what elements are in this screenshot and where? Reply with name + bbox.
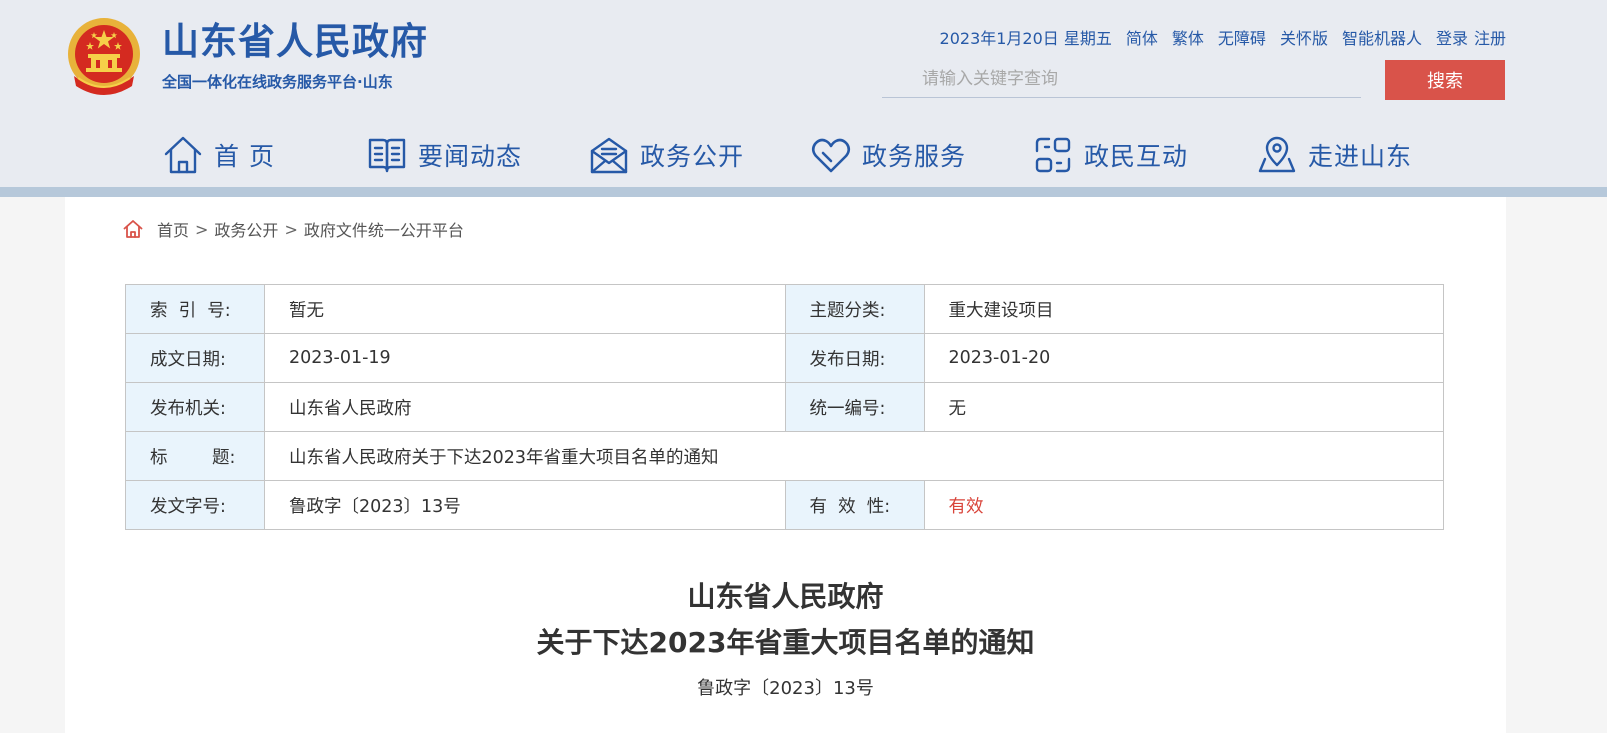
nav-item-interaction[interactable]: 政民互动 bbox=[1032, 130, 1188, 180]
interact-icon bbox=[1032, 134, 1074, 176]
breadcrumb-platform[interactable]: 政府文件统一公开平台 bbox=[304, 217, 464, 241]
written-date-value: 2023-01-19 bbox=[263, 333, 786, 383]
elderly-mode-link[interactable]: 关怀版 bbox=[1280, 25, 1328, 49]
search-box bbox=[882, 60, 1361, 98]
table-row: 发文字号: 鲁政字〔2023〕13号 有 效 性: 有效 bbox=[125, 480, 1445, 530]
table-row: 成文日期: 2023-01-19 发布日期: 2023-01-20 bbox=[125, 333, 1445, 383]
doc-number-label: 发文字号: bbox=[125, 480, 265, 530]
site-title[interactable]: 山东省人民政府 bbox=[162, 18, 428, 66]
site-subtitle: 全国一体化在线政务服务平台·山东 bbox=[162, 73, 393, 91]
nav-label-services: 政务服务 bbox=[862, 142, 967, 171]
written-date-label: 成文日期: bbox=[125, 333, 265, 383]
document-title-line2: 关于下达2023年省重大项目名单的通知 bbox=[536, 626, 1035, 659]
unified-code-label: 统一编号: bbox=[784, 382, 925, 432]
accessibility-link[interactable]: 无障碍 bbox=[1218, 25, 1266, 49]
table-row: 标 题: 山东省人民政府关于下达2023年省重大项目名单的通知 bbox=[125, 431, 1445, 481]
search-button[interactable]: 搜索 bbox=[1385, 60, 1505, 100]
table-row: 索 引 号: 暂无 主题分类: 重大建设项目 bbox=[125, 284, 1445, 334]
issuer-value: 山东省人民政府 bbox=[263, 382, 786, 432]
title-value: 山东省人民政府关于下达2023年省重大项目名单的通知 bbox=[263, 431, 1445, 481]
breadcrumb-gov-affairs[interactable]: 政务公开 bbox=[214, 217, 278, 241]
register-link[interactable]: 注册 bbox=[1474, 25, 1506, 49]
book-icon bbox=[366, 134, 408, 176]
index-number-label: 索 引 号: bbox=[125, 284, 265, 334]
nav-item-news[interactable]: 要闻动态 bbox=[366, 130, 522, 180]
nav-item-home[interactable]: 首 页 bbox=[162, 130, 275, 180]
home-icon bbox=[162, 134, 204, 176]
header-divider bbox=[0, 187, 1607, 197]
title-label: 标 题: bbox=[125, 431, 265, 481]
document-title-line1: 山东省人民政府 bbox=[687, 580, 884, 613]
smart-robot-link[interactable]: 智能机器人 bbox=[1342, 25, 1422, 49]
site-header: 山东省人民政府 全国一体化在线政务服务平台·山东 2023年1月20日 星期五 … bbox=[0, 0, 1607, 187]
document-number: 鲁政字〔2023〕13号 bbox=[697, 678, 874, 699]
nav-item-gov-affairs[interactable]: 政务公开 bbox=[588, 130, 744, 180]
main-nav: 首 页 要闻动态 政务公开 政务服务 政民互动 走进山东 bbox=[0, 130, 1607, 180]
heart-icon bbox=[810, 134, 852, 176]
search-input[interactable] bbox=[882, 60, 1361, 97]
index-number-value: 暂无 bbox=[263, 284, 786, 334]
topic-category-label: 主题分类: bbox=[784, 284, 925, 334]
document-info-table: 索 引 号: 暂无 主题分类: 重大建设项目 成文日期: 2023-01-19 … bbox=[125, 284, 1445, 530]
unified-code-value: 无 bbox=[923, 382, 1445, 432]
table-row: 发布机关: 山东省人民政府 统一编号: 无 bbox=[125, 382, 1445, 432]
breadcrumb: 首页 > 政务公开 > 政府文件统一公开平台 bbox=[123, 217, 464, 241]
nav-label-gov-affairs: 政务公开 bbox=[640, 142, 745, 171]
home-icon[interactable] bbox=[123, 219, 143, 239]
map-pin-icon bbox=[1256, 134, 1298, 176]
breadcrumb-separator: > bbox=[284, 219, 298, 239]
login-link[interactable]: 登录 bbox=[1436, 25, 1468, 49]
main-content: 首页 > 政务公开 > 政府文件统一公开平台 索 引 号: 暂无 主题分类: 重… bbox=[65, 197, 1506, 733]
issuer-label: 发布机关: bbox=[125, 382, 265, 432]
nav-item-explore[interactable]: 走进山东 bbox=[1256, 130, 1412, 180]
nav-label-news: 要闻动态 bbox=[418, 142, 523, 171]
national-emblem-icon[interactable] bbox=[66, 16, 142, 96]
top-links: 2023年1月20日 星期五 简体 繁体 无障碍 关怀版 智能机器人 登录 注册 bbox=[940, 25, 1506, 49]
envelope-icon bbox=[588, 134, 630, 176]
nav-item-services[interactable]: 政务服务 bbox=[810, 130, 966, 180]
nav-label-interaction: 政民互动 bbox=[1084, 142, 1189, 171]
doc-number-value: 鲁政字〔2023〕13号 bbox=[263, 480, 786, 530]
breadcrumb-separator: > bbox=[195, 219, 209, 239]
validity-value: 有效 bbox=[923, 480, 1445, 530]
nav-label-explore: 走进山东 bbox=[1308, 142, 1413, 171]
validity-label: 有 效 性: bbox=[784, 480, 925, 530]
traditional-chinese-link[interactable]: 繁体 bbox=[1172, 25, 1204, 49]
current-date: 2023年1月20日 星期五 bbox=[939, 29, 1112, 48]
topic-category-value: 重大建设项目 bbox=[923, 284, 1445, 334]
breadcrumb-home[interactable]: 首页 bbox=[157, 217, 189, 241]
simplified-chinese-link[interactable]: 简体 bbox=[1126, 25, 1158, 49]
nav-label-home: 首 页 bbox=[214, 142, 275, 171]
publish-date-value: 2023-01-20 bbox=[923, 333, 1445, 383]
publish-date-label: 发布日期: bbox=[784, 333, 925, 383]
